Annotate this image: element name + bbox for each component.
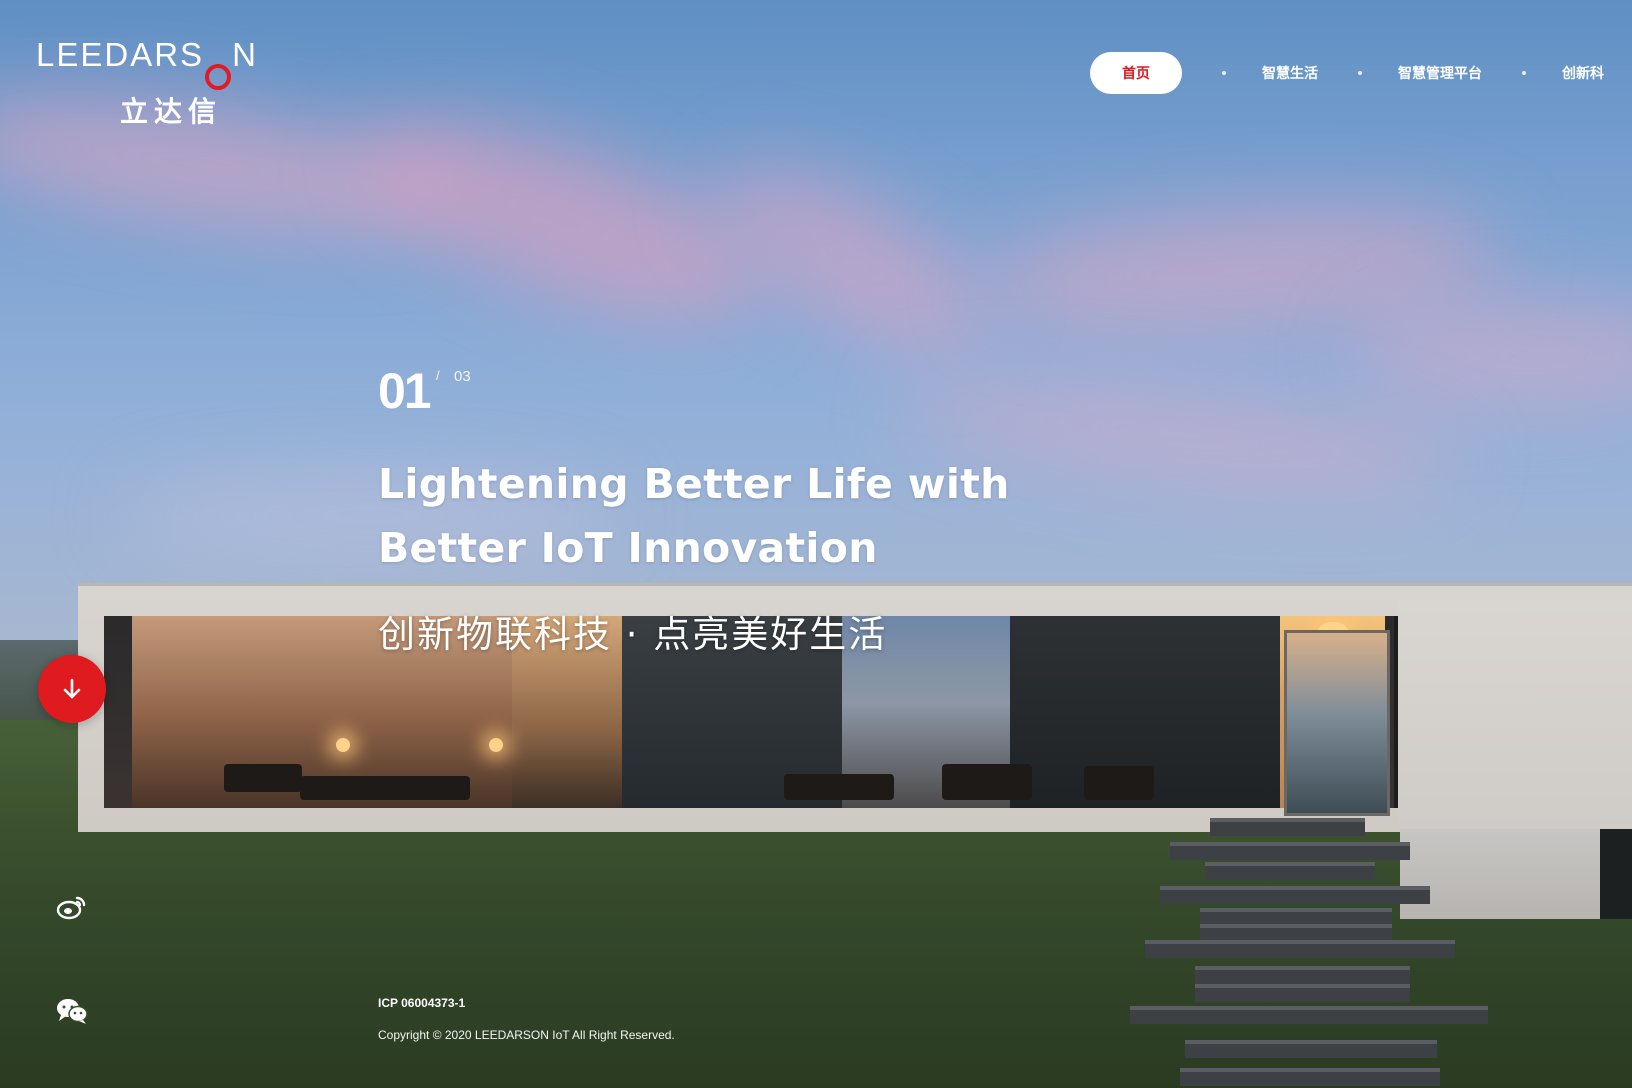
copyright-text: Copyright © 2020 LEEDARSON IoT All Right… xyxy=(378,1028,675,1042)
side-glass-door xyxy=(1284,630,1390,816)
weibo-link[interactable] xyxy=(54,892,90,922)
stair-step xyxy=(1195,966,1410,984)
nav-separator-dot xyxy=(1222,71,1226,75)
stair-step xyxy=(1180,1068,1440,1086)
stair-step xyxy=(1195,984,1410,1002)
nav-item-smart-management-platform[interactable]: 智慧管理平台 xyxy=(1398,63,1482,83)
hero-headline-line-2: Better IoT Innovation xyxy=(378,524,878,572)
brand-logo[interactable]: LEEDARSON 立达信 xyxy=(36,38,258,126)
slide-current-number: 01 xyxy=(378,363,432,419)
stair-step xyxy=(1145,940,1455,958)
logo-text-left: LEEDARS xyxy=(36,36,205,73)
hero-headline-line-1: Lightening Better Life with xyxy=(378,460,1010,508)
lamp xyxy=(336,738,350,752)
logo-text-right: N xyxy=(232,36,258,73)
sofa xyxy=(784,774,894,800)
wechat-link[interactable] xyxy=(54,996,90,1026)
stair-step xyxy=(1130,1006,1488,1024)
armchair xyxy=(942,764,1032,800)
arrow-down-icon xyxy=(63,678,81,699)
nav-item-smart-life[interactable]: 智慧生活 xyxy=(1262,63,1318,83)
nav-item-home[interactable]: 首页 xyxy=(1090,52,1182,94)
logo-wordmark: LEEDARSON xyxy=(36,38,258,90)
wechat-icon xyxy=(57,999,88,1024)
slide-total-number: 03 xyxy=(454,368,471,385)
logo-chinese-name: 立达信 xyxy=(120,95,223,128)
nav-separator-dot xyxy=(1522,71,1526,75)
slide-separator: / xyxy=(436,368,440,383)
icp-license[interactable]: ICP 06004373-1 xyxy=(378,996,465,1010)
scroll-down-button[interactable] xyxy=(38,655,106,723)
weibo-icon xyxy=(56,896,86,920)
armchair xyxy=(1084,766,1154,800)
lamp xyxy=(489,738,503,752)
window-frame xyxy=(1394,616,1398,808)
stair-step xyxy=(1170,842,1410,860)
main-nav: 首页 智慧生活 智慧管理平台 创新科 xyxy=(1090,52,1604,94)
stair-step xyxy=(1210,818,1365,836)
nav-item-innovation[interactable]: 创新科 xyxy=(1562,63,1604,83)
hero-subheadline: 创新物联科技 · 点亮美好生活 xyxy=(378,613,888,656)
stair-step xyxy=(1185,1040,1437,1058)
slide-counter: 01 / 03 xyxy=(378,363,471,419)
logo-ring-icon: O xyxy=(205,64,232,90)
stair-step xyxy=(1160,886,1430,904)
stair-step xyxy=(1205,862,1375,880)
bed xyxy=(300,776,470,800)
house-foundation-shadow xyxy=(1600,829,1632,919)
nav-separator-dot xyxy=(1358,71,1362,75)
sofa xyxy=(224,764,302,792)
hero-headline: Lightening Better Life with Better IoT I… xyxy=(378,452,1078,580)
house-foundation xyxy=(1400,829,1632,919)
house-side-wall xyxy=(1398,600,1632,828)
